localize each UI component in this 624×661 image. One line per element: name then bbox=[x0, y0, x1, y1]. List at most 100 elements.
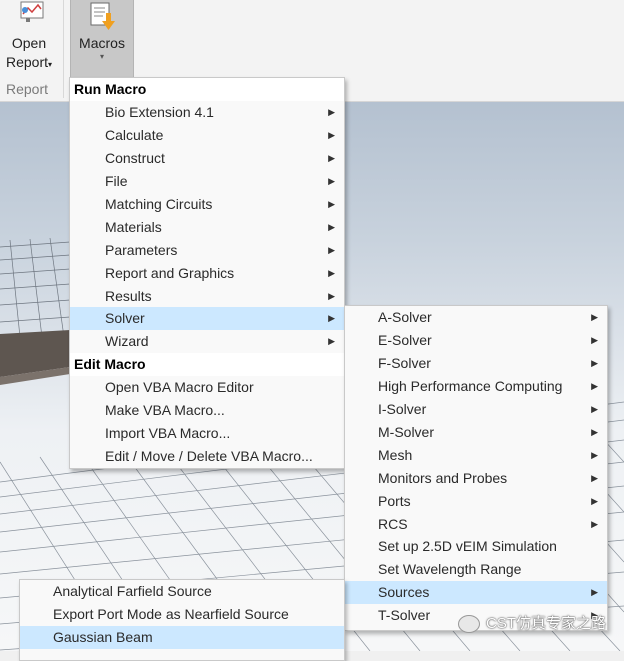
wechat-icon bbox=[458, 615, 480, 634]
menu-item-e-solver[interactable]: E-Solver ▶ bbox=[345, 329, 607, 352]
menu-item-bio-extension[interactable]: Bio Extension 4.1 ▶ bbox=[70, 101, 344, 124]
menu-item-export-port-mode-nearfield-source[interactable]: Export Port Mode as Nearfield Source bbox=[20, 603, 344, 626]
menu-item-set-up-vEIM-simulation[interactable]: Set up 2.5D vEIM Simulation bbox=[345, 535, 607, 558]
submenu-arrow-icon: ▶ bbox=[328, 336, 335, 346]
macros-label: Macros bbox=[79, 35, 125, 51]
menu-item-i-solver[interactable]: I-Solver ▶ bbox=[345, 398, 607, 421]
submenu-arrow-icon: ▶ bbox=[591, 496, 598, 506]
menu-item-label: Edit / Move / Delete VBA Macro... bbox=[105, 448, 313, 464]
submenu-arrow-icon: ▶ bbox=[328, 130, 335, 140]
menu-item-report-and-graphics[interactable]: Report and Graphics ▶ bbox=[70, 262, 344, 285]
submenu-arrow-icon: ▶ bbox=[328, 199, 335, 209]
chevron-down-icon: ▾ bbox=[48, 60, 53, 69]
submenu-arrow-icon: ▶ bbox=[591, 587, 598, 597]
menu-item-matching-circuits[interactable]: Matching Circuits ▶ bbox=[70, 193, 344, 216]
submenu-arrow-icon: ▶ bbox=[591, 358, 598, 368]
menu-item-label: Results bbox=[105, 288, 152, 304]
menu-item-label: Wizard bbox=[105, 333, 149, 349]
group-separator bbox=[63, 0, 64, 98]
menu-item-file[interactable]: File ▶ bbox=[70, 170, 344, 193]
menu-item-label: Materials bbox=[105, 219, 162, 235]
menu-item-label: Set up 2.5D vEIM Simulation bbox=[378, 538, 557, 554]
menu-item-label: Ports bbox=[378, 493, 411, 509]
macros-menu: Run Macro Bio Extension 4.1 ▶ Calculate ▶ … bbox=[69, 77, 345, 469]
submenu-arrow-icon: ▶ bbox=[591, 450, 598, 460]
open-report-label-line2: Report▾ bbox=[5, 54, 53, 70]
open-report-button[interactable]: Open Report▾ bbox=[0, 0, 58, 78]
menu-item-label: Open VBA Macro Editor bbox=[105, 379, 254, 395]
menu-item-parameters[interactable]: Parameters ▶ bbox=[70, 239, 344, 262]
menu-item-materials[interactable]: Materials ▶ bbox=[70, 216, 344, 239]
menu-item-label: M-Solver bbox=[378, 424, 435, 440]
chevron-down-icon: ▾ bbox=[99, 52, 104, 61]
menu-item-a-solver[interactable]: A-Solver ▶ bbox=[345, 306, 607, 329]
menu-item-label: Import VBA Macro... bbox=[105, 425, 231, 441]
menu-item-make-vba-macro[interactable]: Make VBA Macro... bbox=[70, 399, 344, 422]
menu-item-sources[interactable]: Sources ▶ bbox=[345, 581, 607, 604]
submenu-arrow-icon: ▶ bbox=[328, 107, 335, 117]
watermark-text: CST仿真专家之路 bbox=[486, 615, 607, 632]
menu-item-label: Set Wavelength Range bbox=[378, 561, 522, 577]
submenu-arrow-icon: ▶ bbox=[591, 381, 598, 391]
menu-item-monitors-and-probes[interactable]: Monitors and Probes ▶ bbox=[345, 467, 607, 490]
menu-item-f-solver[interactable]: F-Solver ▶ bbox=[345, 352, 607, 375]
menu-item-label: Solver bbox=[105, 310, 145, 326]
menu-item-label: E-Solver bbox=[378, 332, 432, 348]
menu-item-label: Make VBA Macro... bbox=[105, 402, 225, 418]
report-icon bbox=[12, 0, 46, 34]
menu-item-label: I-Solver bbox=[378, 401, 427, 417]
menu-item-label: Report and Graphics bbox=[105, 265, 235, 281]
submenu-arrow-icon: ▶ bbox=[591, 473, 598, 483]
menu-item-label: Calculate bbox=[105, 127, 164, 143]
menu-item-label: High Performance Computing bbox=[378, 378, 563, 394]
submenu-arrow-icon: ▶ bbox=[328, 153, 335, 163]
menu-item-mesh[interactable]: Mesh ▶ bbox=[345, 444, 607, 467]
submenu-arrow-icon: ▶ bbox=[591, 312, 598, 322]
menu-item-wizard[interactable]: Wizard ▶ bbox=[70, 330, 344, 353]
menu-item-label: F-Solver bbox=[378, 355, 431, 371]
edit-macro-header: Edit Macro bbox=[70, 353, 344, 376]
menu-item-label: File bbox=[105, 173, 128, 189]
watermark: CST仿真专家之路 bbox=[458, 612, 607, 634]
menu-item-import-vba-macro[interactable]: Import VBA Macro... bbox=[70, 422, 344, 445]
menu-item-label: A-Solver bbox=[378, 309, 432, 325]
menu-item-m-solver[interactable]: M-Solver ▶ bbox=[345, 421, 607, 444]
submenu-arrow-icon: ▶ bbox=[591, 404, 598, 414]
menu-item-label: Construct bbox=[105, 150, 165, 166]
submenu-arrow-icon: ▶ bbox=[328, 176, 335, 186]
menu-item-solver[interactable]: Solver ▶ bbox=[70, 307, 344, 330]
menu-item-label: Export Port Mode as Nearfield Source bbox=[53, 606, 289, 622]
menu-item-results[interactable]: Results ▶ bbox=[70, 285, 344, 308]
macros-icon bbox=[85, 0, 119, 34]
menu-item-analytical-farfield-source[interactable]: Analytical Farfield Source bbox=[20, 580, 344, 603]
menu-item-label: T-Solver bbox=[378, 607, 431, 623]
menu-item-label: Mesh bbox=[378, 447, 413, 463]
run-macro-header: Run Macro bbox=[70, 78, 344, 101]
solver-submenu: A-Solver ▶ E-Solver ▶ F-Solver ▶ High Perfo… bbox=[344, 305, 608, 631]
report-group-label: Report bbox=[6, 81, 49, 97]
submenu-arrow-icon: ▶ bbox=[591, 427, 598, 437]
menu-item-set-wavelength-range[interactable]: Set Wavelength Range bbox=[345, 558, 607, 581]
submenu-arrow-icon: ▶ bbox=[328, 222, 335, 232]
menu-item-open-vba-editor[interactable]: Open VBA Macro Editor bbox=[70, 376, 344, 399]
menu-item-label: Monitors and Probes bbox=[378, 470, 508, 486]
menu-item-gaussian-beam[interactable]: Gaussian Beam bbox=[20, 626, 344, 649]
menu-item-calculate[interactable]: Calculate ▶ bbox=[70, 124, 344, 147]
menu-item-rcs[interactable]: RCS ▶ bbox=[345, 513, 607, 536]
submenu-arrow-icon: ▶ bbox=[328, 313, 335, 323]
menu-item-label: Gaussian Beam bbox=[53, 629, 153, 645]
menu-item-construct[interactable]: Construct ▶ bbox=[70, 147, 344, 170]
menu-item-label: Analytical Farfield Source bbox=[53, 583, 212, 599]
submenu-arrow-icon: ▶ bbox=[328, 268, 335, 278]
submenu-arrow-icon: ▶ bbox=[591, 519, 598, 529]
menu-item-ports[interactable]: Ports ▶ bbox=[345, 490, 607, 513]
menu-item-label: Parameters bbox=[105, 242, 178, 258]
sources-submenu: Analytical Farfield Source Export Port M… bbox=[19, 579, 345, 661]
submenu-arrow-icon: ▶ bbox=[328, 245, 335, 255]
menu-item-label: Matching Circuits bbox=[105, 196, 213, 212]
menu-item-high-performance-computing[interactable]: High Performance Computing ▶ bbox=[345, 375, 607, 398]
macros-button[interactable]: Macros ▾ bbox=[70, 0, 134, 79]
menu-item-label: Sources bbox=[378, 584, 430, 600]
menu-item-edit-move-delete-vba-macro[interactable]: Edit / Move / Delete VBA Macro... bbox=[70, 445, 344, 468]
submenu-arrow-icon: ▶ bbox=[328, 291, 335, 301]
